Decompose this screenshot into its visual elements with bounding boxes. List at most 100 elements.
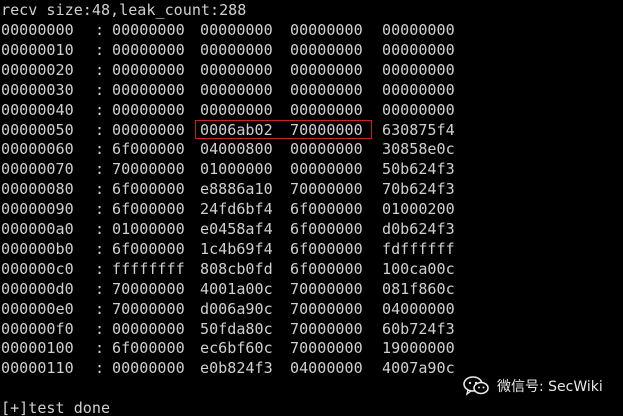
hex-word: 00000000 [112, 319, 185, 338]
hex-word: 808cb0fd [200, 259, 273, 278]
hex-row-separator: : [95, 259, 105, 278]
hex-word: 00000000 [382, 40, 455, 59]
hex-word: 6f000000 [112, 180, 185, 199]
terminal-footer-line: [+]test done [1, 399, 111, 416]
hex-word: e0458af4 [200, 220, 273, 238]
hex-word: 4007a90c [382, 359, 455, 378]
hex-word: 70000000 [290, 279, 363, 298]
wechat-icon [463, 376, 489, 396]
hex-word: 50b624f3 [382, 160, 455, 179]
hex-row-address: 00000050 [1, 120, 74, 139]
hex-word: 50fda80c [200, 319, 273, 338]
hex-word: 60b724f3 [382, 319, 455, 338]
hex-word: 70000000 [112, 279, 185, 298]
wechat-watermark: 微信号: SecWiki [463, 374, 603, 398]
hex-row-separator: : [95, 339, 105, 358]
hex-word: 00000000 [290, 100, 363, 119]
hex-row-separator: : [95, 100, 105, 119]
hex-word: 00000000 [290, 60, 363, 79]
hex-word: 01000000 [112, 220, 185, 238]
hex-word: 00000000 [200, 21, 273, 39]
hex-word: ec6bf60c [200, 339, 273, 358]
hex-word: ffffffff [112, 259, 185, 278]
hex-row-separator: : [95, 220, 105, 238]
hex-row-address: 00000030 [1, 80, 74, 99]
hex-row-address: 00000040 [1, 100, 74, 119]
hex-row-address: 000000a0 [1, 220, 74, 238]
hex-row-separator: : [95, 299, 105, 318]
hex-word: fdffffff [382, 239, 455, 258]
hex-word: 00000000 [200, 100, 273, 119]
hex-word: 00000000 [112, 80, 185, 99]
hex-word: 00000000 [290, 80, 363, 99]
hex-word: e0b824f3 [200, 359, 273, 378]
hex-row-address: 00000090 [1, 200, 74, 219]
hex-row-separator: : [95, 140, 105, 159]
hex-row-separator: : [95, 359, 105, 378]
hex-word: 6f000000 [290, 220, 363, 238]
hex-row-address: 00000110 [1, 359, 74, 378]
hex-row-separator: : [95, 21, 105, 39]
hex-word: d0b624f3 [382, 220, 455, 238]
hex-row-address: 00000010 [1, 40, 74, 59]
hex-word: 00000000 [112, 120, 185, 139]
hex-word: 00000000 [112, 100, 185, 119]
hex-word: 6f000000 [290, 259, 363, 278]
hex-word: 04000000 [382, 299, 455, 318]
hex-row-separator: : [95, 120, 105, 139]
hex-row-address: 00000080 [1, 180, 74, 199]
hex-row-address: 000000c0 [1, 259, 74, 278]
hex-word: 30858e0c [382, 140, 455, 159]
hex-word: e8886a10 [200, 180, 273, 199]
hex-word: 00000000 [290, 140, 363, 159]
hex-word: 6f000000 [290, 200, 363, 219]
hex-word: 70000000 [290, 339, 363, 358]
hex-word: 6f000000 [112, 339, 185, 358]
hex-word: 100ca00c [382, 259, 455, 278]
hex-row-address: 00000070 [1, 160, 74, 179]
leak-highlight-box [195, 120, 372, 139]
hex-row-address: 000000d0 [1, 279, 74, 298]
hex-word: 6f000000 [112, 140, 185, 159]
hex-row-separator: : [95, 239, 105, 258]
hex-row-separator: : [95, 60, 105, 79]
hex-word: 00000000 [382, 100, 455, 119]
hex-word: 00000000 [200, 40, 273, 59]
hex-row-address: 000000e0 [1, 299, 74, 318]
hex-row-separator: : [95, 279, 105, 298]
watermark-text: 微信号: SecWiki [497, 379, 603, 395]
hex-word: 00000000 [112, 60, 185, 79]
hex-word: 00000000 [290, 21, 363, 39]
hex-word: 70b624f3 [382, 180, 455, 199]
hex-word: 00000000 [290, 160, 363, 179]
hex-row-separator: : [95, 40, 105, 59]
hex-word: 19000000 [382, 339, 455, 358]
hex-word: 081f860c [382, 279, 455, 298]
hex-word: 00000000 [382, 21, 455, 39]
hex-row-separator: : [95, 319, 105, 338]
hex-word: 00000000 [382, 60, 455, 79]
hex-row-address: 00000020 [1, 60, 74, 79]
hex-row-separator: : [95, 180, 105, 199]
hex-word: 6f000000 [112, 200, 185, 219]
terminal-header-line: recv size:48,leak_count:288 [1, 1, 247, 19]
hex-word: 04000000 [290, 359, 363, 378]
hex-word: 70000000 [112, 299, 185, 318]
hex-word: d006a90c [200, 299, 273, 318]
hex-word: 04000800 [200, 140, 273, 159]
hex-row-address: 00000000 [1, 21, 74, 39]
terminal-window: recv size:48,leak_count:288 00000000:000… [1, 0, 623, 416]
hex-word: 01000200 [382, 200, 455, 219]
hex-row-address: 000000b0 [1, 239, 74, 258]
hex-row-address: 00000060 [1, 140, 74, 159]
hex-word: 6f000000 [290, 239, 363, 258]
hex-word: 630875f4 [382, 120, 455, 139]
hex-word: 00000000 [290, 40, 363, 59]
hex-word: 00000000 [382, 80, 455, 99]
hex-word: 70000000 [290, 180, 363, 199]
hex-word: 00000000 [200, 80, 273, 99]
hex-row-separator: : [95, 200, 105, 219]
hex-row-address: 000000f0 [1, 319, 74, 338]
hex-word: 24fd6bf4 [200, 200, 273, 219]
hex-word: 00000000 [112, 359, 185, 378]
